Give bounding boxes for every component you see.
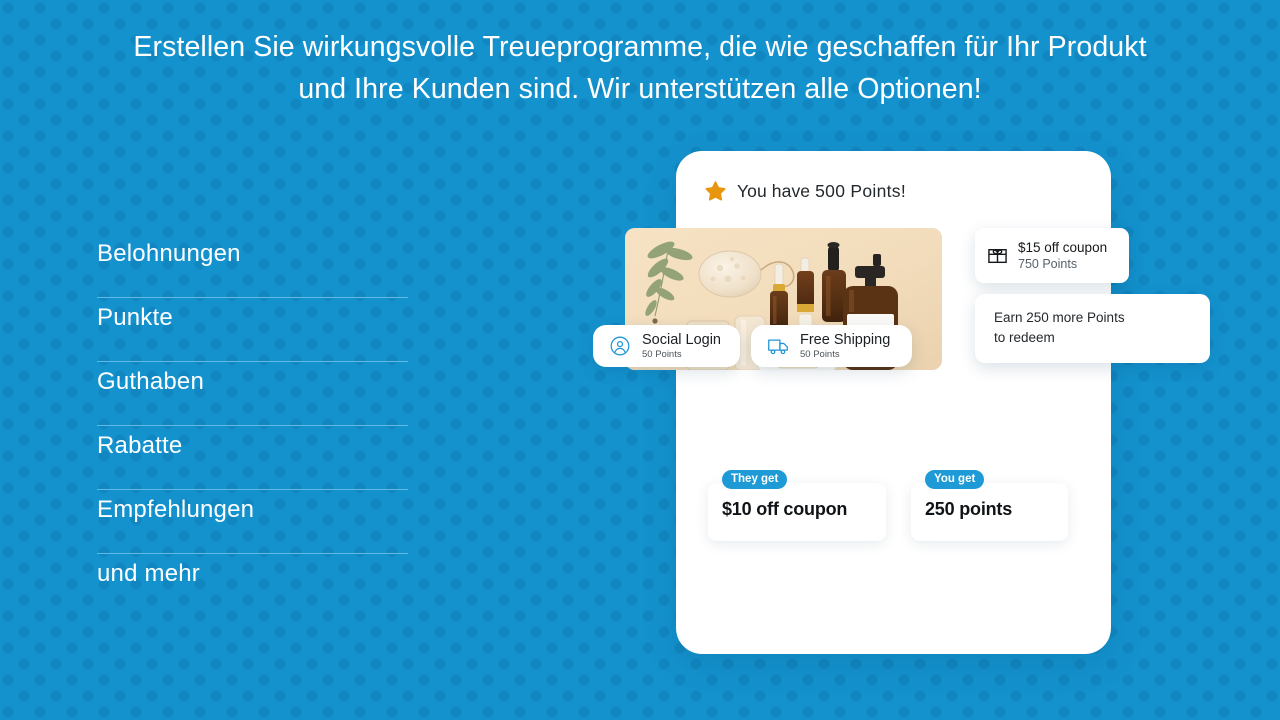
points-amount: 500 Points! (815, 181, 906, 201)
feature-list: Belohnungen Punkte Guthaben Rabatte Empf… (97, 234, 409, 618)
redeem-hint-text: Earn 250 more Points to redeem (994, 308, 1191, 348)
feature-label: Empfehlungen (97, 496, 255, 523)
feature-item-punkte: Punkte (97, 298, 409, 362)
points-prefix: You have (737, 181, 811, 201)
you-get-value: 250 points (925, 499, 1013, 519)
points-balance-header: You have 500 Points! (705, 181, 906, 202)
perk-title: Social Login (642, 331, 721, 348)
you-get-badge: You get (925, 470, 985, 489)
perk-points: 50 Points (800, 348, 840, 360)
feature-label: Belohnungen (97, 240, 241, 267)
points-balance-text: You have 500 Points! (737, 181, 906, 202)
perk-chip-social-login[interactable]: Social Login 50 Points (593, 325, 740, 367)
coupon-points: 750 Points (1018, 256, 1078, 271)
gift-icon (988, 249, 1007, 264)
redeem-hint-card: Earn 250 more Points to redeem (975, 294, 1210, 363)
redeem-line-1: Earn 250 more Points (994, 310, 1125, 325)
feature-item-empfehlungen: Empfehlungen (97, 490, 409, 554)
feature-item-belohnungen: Belohnungen (97, 234, 409, 298)
feature-label: Punkte (97, 304, 173, 331)
truck-icon (768, 339, 788, 355)
feature-item-guthaben: Guthaben (97, 362, 409, 426)
coupon-card[interactable]: $15 off coupon 750 Points (975, 228, 1129, 283)
slide-canvas: Erstellen Sie wirkungsvolle Treueprogram… (0, 0, 1280, 720)
headline-line-1: Erstellen Sie wirkungsvolle Treueprogram… (133, 31, 1147, 63)
perk-points: 50 Points (642, 348, 682, 360)
feature-item-und-mehr: und mehr (97, 554, 409, 618)
page-title: Erstellen Sie wirkungsvolle Treueprogram… (50, 26, 1230, 110)
reward-box-they-get: They get $10 off coupon (708, 470, 886, 541)
perk-title: Free Shipping (800, 331, 891, 348)
they-get-value: $10 off coupon (722, 499, 848, 519)
feature-label: und mehr (97, 560, 200, 587)
perk-chip-free-shipping[interactable]: Free Shipping 50 Points (751, 325, 912, 367)
user-circle-icon (610, 336, 630, 356)
headline-line-2: und Ihre Kunden sind. Wir unterstützen a… (298, 73, 982, 105)
reward-box-you-get: You get 250 points (911, 470, 1068, 541)
feature-label: Rabatte (97, 432, 183, 459)
coupon-title: $15 off coupon (1018, 239, 1108, 255)
feature-label: Guthaben (97, 368, 205, 395)
star-icon (705, 181, 726, 201)
they-get-badge: They get (722, 470, 788, 489)
loyalty-app-card: You have 500 Points! Copy (676, 151, 1111, 654)
feature-item-rabatte: Rabatte (97, 426, 409, 490)
redeem-line-2: to redeem (994, 330, 1055, 345)
